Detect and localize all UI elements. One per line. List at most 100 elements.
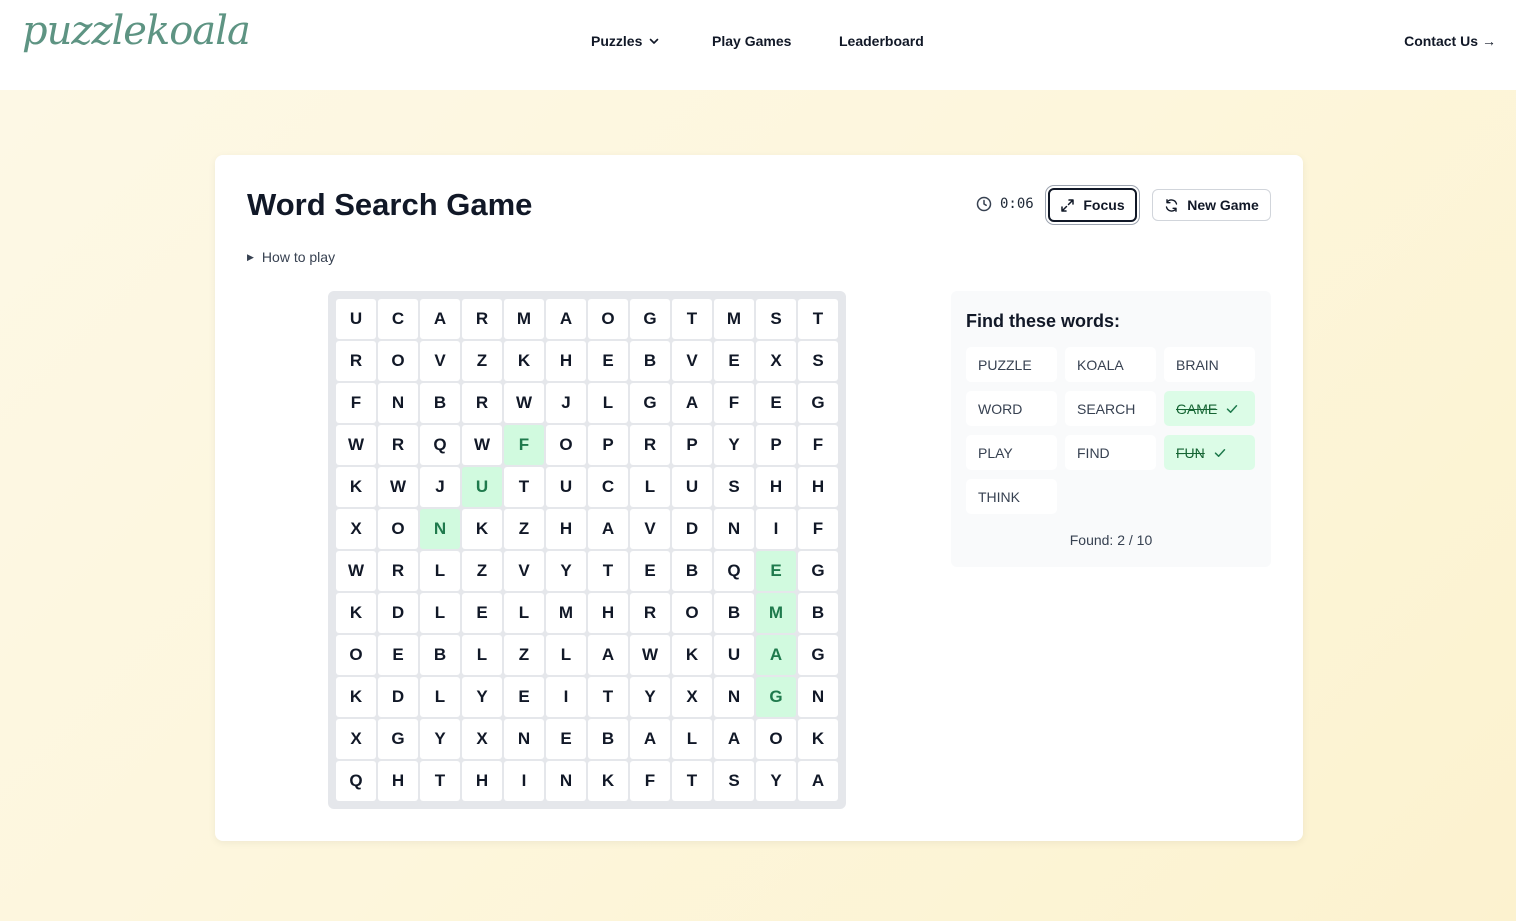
- grid-cell[interactable]: R: [462, 383, 502, 423]
- grid-cell[interactable]: G: [630, 383, 670, 423]
- grid-cell[interactable]: G: [378, 719, 418, 759]
- grid-cell[interactable]: Q: [336, 761, 376, 801]
- grid-cell[interactable]: W: [630, 635, 670, 675]
- grid-cell[interactable]: H: [756, 467, 796, 507]
- nav-leaderboard[interactable]: Leaderboard: [839, 33, 924, 49]
- grid-cell[interactable]: X: [462, 719, 502, 759]
- grid-cell[interactable]: W: [378, 467, 418, 507]
- grid-cell[interactable]: Z: [462, 341, 502, 381]
- grid-cell[interactable]: H: [546, 341, 586, 381]
- grid-cell[interactable]: M: [756, 593, 796, 633]
- grid-cell[interactable]: I: [504, 761, 544, 801]
- grid-cell[interactable]: Y: [714, 425, 754, 465]
- grid-cell[interactable]: T: [588, 677, 628, 717]
- grid-cell[interactable]: F: [798, 509, 838, 549]
- grid-cell[interactable]: S: [714, 467, 754, 507]
- focus-button[interactable]: Focus: [1048, 188, 1137, 222]
- grid-cell[interactable]: V: [420, 341, 460, 381]
- grid-cell[interactable]: A: [420, 299, 460, 339]
- grid-cell[interactable]: L: [504, 593, 544, 633]
- grid-cell[interactable]: E: [714, 341, 754, 381]
- grid-cell[interactable]: O: [336, 635, 376, 675]
- grid-cell[interactable]: U: [336, 299, 376, 339]
- grid-cell[interactable]: U: [672, 467, 712, 507]
- grid-cell[interactable]: R: [630, 593, 670, 633]
- grid-cell[interactable]: Y: [546, 551, 586, 591]
- grid-cell[interactable]: F: [504, 425, 544, 465]
- grid-cell[interactable]: Q: [714, 551, 754, 591]
- grid-cell[interactable]: K: [336, 467, 376, 507]
- grid-cell[interactable]: F: [798, 425, 838, 465]
- grid-cell[interactable]: O: [756, 719, 796, 759]
- grid-cell[interactable]: N: [504, 719, 544, 759]
- grid-cell[interactable]: T: [588, 551, 628, 591]
- grid-cell[interactable]: G: [798, 551, 838, 591]
- grid-cell[interactable]: V: [630, 509, 670, 549]
- grid-cell[interactable]: D: [378, 593, 418, 633]
- grid-cell[interactable]: F: [714, 383, 754, 423]
- grid-cell[interactable]: V: [672, 341, 712, 381]
- grid-cell[interactable]: X: [672, 677, 712, 717]
- grid-cell[interactable]: X: [756, 341, 796, 381]
- grid-cell[interactable]: J: [420, 467, 460, 507]
- nav-puzzles[interactable]: Puzzles: [591, 33, 660, 49]
- grid-cell[interactable]: B: [588, 719, 628, 759]
- grid-cell[interactable]: O: [546, 425, 586, 465]
- grid-cell[interactable]: G: [798, 383, 838, 423]
- grid-cell[interactable]: B: [420, 635, 460, 675]
- grid-cell[interactable]: O: [378, 509, 418, 549]
- grid-cell[interactable]: F: [336, 383, 376, 423]
- grid-cell[interactable]: H: [588, 593, 628, 633]
- grid-cell[interactable]: L: [546, 635, 586, 675]
- grid-cell[interactable]: H: [378, 761, 418, 801]
- grid-cell[interactable]: A: [546, 299, 586, 339]
- grid-cell[interactable]: M: [714, 299, 754, 339]
- grid-cell[interactable]: P: [756, 425, 796, 465]
- grid-cell[interactable]: R: [630, 425, 670, 465]
- grid-cell[interactable]: Z: [462, 551, 502, 591]
- grid-cell[interactable]: S: [798, 341, 838, 381]
- grid-cell[interactable]: L: [630, 467, 670, 507]
- grid-cell[interactable]: N: [798, 677, 838, 717]
- grid-cell[interactable]: V: [504, 551, 544, 591]
- grid-cell[interactable]: C: [588, 467, 628, 507]
- grid-cell[interactable]: Y: [462, 677, 502, 717]
- grid-cell[interactable]: W: [336, 551, 376, 591]
- grid-cell[interactable]: O: [588, 299, 628, 339]
- logo[interactable]: puzzlekoala: [22, 8, 251, 54]
- grid-cell[interactable]: Y: [420, 719, 460, 759]
- grid-cell[interactable]: N: [378, 383, 418, 423]
- grid-cell[interactable]: H: [798, 467, 838, 507]
- grid-cell[interactable]: O: [672, 593, 712, 633]
- grid-cell[interactable]: A: [672, 383, 712, 423]
- grid-cell[interactable]: F: [630, 761, 670, 801]
- grid-cell[interactable]: S: [756, 299, 796, 339]
- grid-cell[interactable]: E: [378, 635, 418, 675]
- how-to-play-toggle[interactable]: ▶ How to play: [247, 249, 335, 265]
- grid-cell[interactable]: E: [756, 383, 796, 423]
- grid-cell[interactable]: H: [462, 761, 502, 801]
- grid-cell[interactable]: U: [714, 635, 754, 675]
- grid-cell[interactable]: I: [546, 677, 586, 717]
- grid-cell[interactable]: N: [546, 761, 586, 801]
- grid-cell[interactable]: O: [378, 341, 418, 381]
- grid-cell[interactable]: N: [714, 677, 754, 717]
- grid-cell[interactable]: W: [462, 425, 502, 465]
- grid-cell[interactable]: K: [462, 509, 502, 549]
- grid-cell[interactable]: B: [420, 383, 460, 423]
- grid-cell[interactable]: L: [420, 677, 460, 717]
- grid-cell[interactable]: S: [714, 761, 754, 801]
- grid-cell[interactable]: D: [378, 677, 418, 717]
- nav-play-games[interactable]: Play Games: [712, 33, 791, 49]
- grid-cell[interactable]: K: [336, 677, 376, 717]
- grid-cell[interactable]: T: [504, 467, 544, 507]
- grid-cell[interactable]: A: [588, 509, 628, 549]
- grid-cell[interactable]: T: [798, 299, 838, 339]
- grid-cell[interactable]: Y: [756, 761, 796, 801]
- grid-cell[interactable]: E: [756, 551, 796, 591]
- grid-cell[interactable]: K: [798, 719, 838, 759]
- grid-cell[interactable]: M: [504, 299, 544, 339]
- grid-cell[interactable]: E: [546, 719, 586, 759]
- grid-cell[interactable]: G: [798, 635, 838, 675]
- grid-cell[interactable]: Q: [420, 425, 460, 465]
